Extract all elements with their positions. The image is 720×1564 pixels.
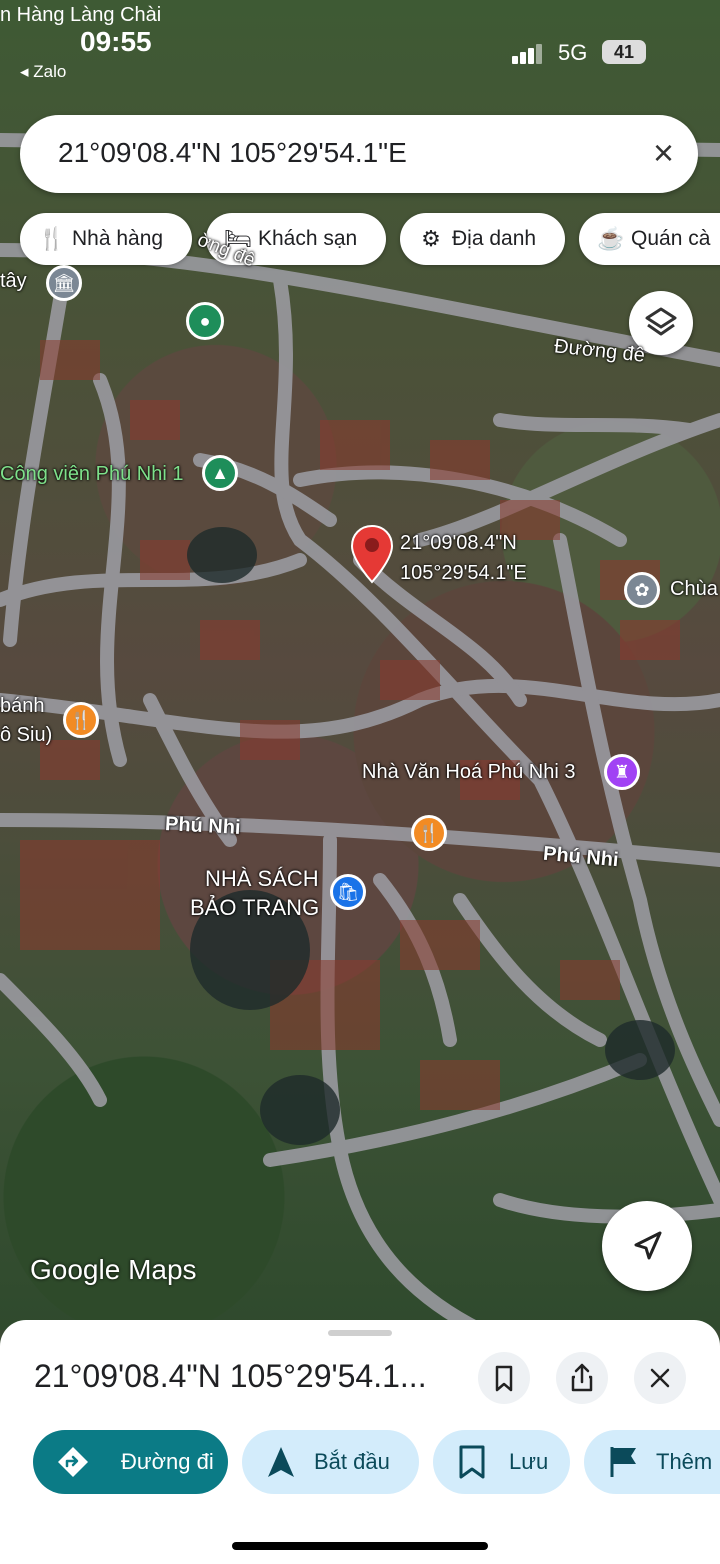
museum-poi-icon[interactable]: 🏛 <box>46 265 82 301</box>
chip-label: Khách sạn <box>258 227 358 250</box>
network-type: 5G <box>558 40 588 65</box>
pin-label-lat: 21°09'08.4"N <box>400 532 517 554</box>
location-pin-icon[interactable] <box>350 524 394 584</box>
close-sheet-button[interactable] <box>634 1352 686 1404</box>
search-bar[interactable]: 21°09'08.4"N 105°29'54.1"E × <box>20 115 698 193</box>
google-maps-logo: Google Maps <box>30 1254 197 1285</box>
map-label-siu: ô Siu) <box>0 724 53 746</box>
chip-cafes[interactable]: ☕ Quán cà <box>579 213 720 265</box>
signal-icon <box>512 44 542 64</box>
back-to-app-link[interactable]: ◂ Zalo <box>20 62 66 82</box>
restaurant-poi-icon[interactable]: 🍴 <box>63 702 99 738</box>
landmark-icon: ⚙ <box>421 226 441 251</box>
action-label: Bắt đầu <box>314 1449 390 1474</box>
map-roads <box>0 133 720 1330</box>
restaurant-poi-icon-2[interactable]: 🍴 <box>411 815 447 851</box>
action-label: Lưu <box>509 1449 549 1474</box>
share-button[interactable] <box>556 1352 608 1404</box>
temple-poi-icon[interactable]: ✿ <box>624 572 660 608</box>
bookmark-icon <box>459 1445 485 1479</box>
fork-knife-icon: 🍴 <box>38 226 66 251</box>
tree-poi-icon[interactable]: ▲ <box>202 455 238 491</box>
chip-landmarks[interactable]: ⚙ Địa danh <box>400 213 565 265</box>
place-bottom-sheet[interactable]: 21°09'08.4"N 105°29'54.1... Đường đi Bắt… <box>0 1320 720 1564</box>
road-label-phu-nhi-left: Phú Nhi <box>164 813 242 839</box>
pin-label-lng: 105°29'54.1"E <box>400 562 527 584</box>
action-label: Thêm <box>656 1449 713 1474</box>
clock: 09:55 <box>80 26 152 57</box>
directions-icon <box>58 1447 88 1477</box>
battery-icon: 41 <box>602 40 646 64</box>
map-label-nha-sach-2: BẢO TRANG <box>190 895 320 920</box>
location-arrow-icon <box>634 1231 662 1260</box>
status-bar: n Hàng Làng Chài 09:55 ◂ Zalo 5G 41 <box>0 0 720 90</box>
home-indicator <box>232 1542 488 1550</box>
carrier-text: n Hàng Làng Chài <box>0 4 162 26</box>
start-button[interactable]: Bắt đầu <box>242 1430 419 1494</box>
bookmark-button[interactable] <box>478 1352 530 1404</box>
close-icon[interactable]: × <box>653 133 674 173</box>
map-label-banh: bánh <box>0 695 45 717</box>
shopping-bag-poi-icon[interactable]: 🛍 <box>330 874 366 910</box>
flag-icon <box>610 1447 636 1477</box>
map-label-tay: tây <box>0 270 27 292</box>
map-label-nha-van-hoa: Nhà Văn Hoá Phú Nhi 3 <box>362 761 576 783</box>
place-title: 21°09'08.4"N 105°29'54.1... <box>34 1358 427 1394</box>
save-button[interactable]: Lưu <box>433 1430 570 1494</box>
map-label-nha-sach-1: NHÀ SÁCH <box>205 866 319 891</box>
chip-label: Địa danh <box>452 227 537 250</box>
community-center-poi-icon[interactable]: ♜ <box>604 754 640 790</box>
directions-button[interactable]: Đường đi <box>33 1430 228 1494</box>
chip-restaurants[interactable]: 🍴 Nhà hàng <box>20 213 192 265</box>
map-label-chua: Chùa <box>670 578 718 600</box>
navigation-arrow-icon <box>268 1447 294 1477</box>
chip-label: Quán cà <box>631 227 711 250</box>
my-location-button[interactable] <box>602 1201 692 1291</box>
more-button[interactable]: Thêm <box>584 1430 720 1494</box>
action-label: Đường đi <box>121 1449 214 1474</box>
bookmark-icon <box>495 1365 513 1392</box>
coffee-icon: ☕ <box>597 226 625 251</box>
drag-handle[interactable] <box>328 1330 392 1336</box>
green-dot-poi-icon[interactable]: ● <box>186 302 224 340</box>
close-icon <box>650 1368 670 1388</box>
chip-label: Nhà hàng <box>72 227 164 250</box>
map-view[interactable]: n Hàng Làng Chài 09:55 ◂ Zalo 5G 41 21°0… <box>0 0 720 1330</box>
share-icon <box>571 1363 593 1392</box>
search-query[interactable]: 21°09'08.4"N 105°29'54.1"E <box>58 137 407 169</box>
map-label-park: Công viên Phú Nhi 1 <box>0 463 184 485</box>
